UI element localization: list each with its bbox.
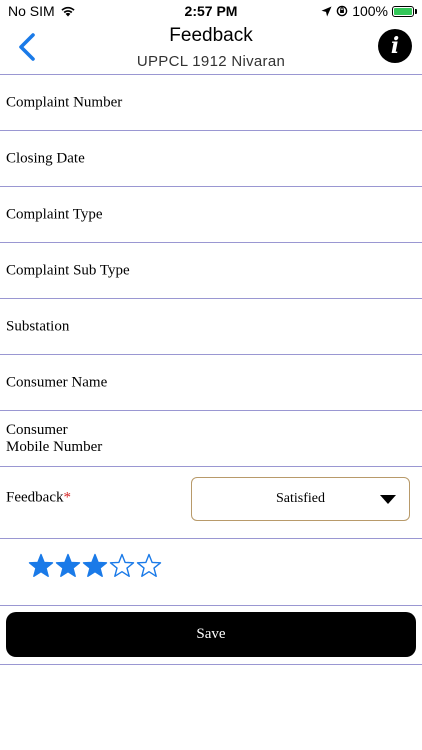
- feedback-selected-value: Satisfied: [276, 491, 325, 506]
- complaint-number-row: Complaint Number: [0, 75, 422, 131]
- feedback-label: Feedback*: [6, 490, 71, 507]
- consumer-mobile-label: Consumer Mobile Number: [6, 422, 126, 456]
- battery-percent: 100%: [352, 3, 388, 19]
- page-subtitle: UPPCL 1912 Nivaran: [136, 53, 286, 70]
- consumer-name-row: Consumer Name: [0, 355, 422, 411]
- closing-date-row: Closing Date: [0, 131, 422, 187]
- battery-charging-icon: [392, 5, 417, 17]
- complaint-sub-type-label: Complaint Sub Type: [6, 262, 130, 278]
- consumer-mobile-label-line2: Mobile Number: [6, 438, 103, 455]
- caret-down-icon: [380, 495, 396, 504]
- complaint-type-label: Complaint Type: [6, 206, 103, 222]
- star-empty-icon[interactable]: [109, 553, 135, 579]
- save-button[interactable]: Save: [6, 612, 416, 657]
- star-empty-icon[interactable]: [136, 553, 162, 579]
- feedback-dropdown[interactable]: Satisfied: [191, 477, 410, 521]
- required-marker: *: [63, 489, 71, 506]
- info-button[interactable]: i: [378, 29, 412, 63]
- info-icon: i: [390, 33, 400, 59]
- navigation-bar: Feedback UPPCL 1912 Nivaran i: [0, 22, 422, 75]
- rating-row: [0, 539, 422, 606]
- star-rating[interactable]: [28, 553, 162, 579]
- complaint-sub-type-row: Complaint Sub Type: [0, 243, 422, 299]
- complaint-type-row: Complaint Type: [0, 187, 422, 243]
- battery-fill: [394, 7, 412, 15]
- star-filled-icon[interactable]: [55, 553, 81, 579]
- status-bar: No SIM 2:57 PM 100%: [0, 0, 422, 22]
- page-title: Feedback: [169, 25, 253, 46]
- substation-label: Substation: [6, 318, 70, 334]
- location-arrow-icon: [321, 6, 332, 16]
- star-filled-icon[interactable]: [28, 553, 54, 579]
- status-right: 100%: [321, 3, 417, 19]
- star-filled-icon[interactable]: [82, 553, 108, 579]
- feedback-form: Complaint Number Closing Date Complaint …: [0, 75, 422, 665]
- orientation-lock-icon: [336, 5, 348, 17]
- closing-date-label: Closing Date: [6, 150, 85, 166]
- consumer-mobile-row: Consumer Mobile Number: [0, 411, 422, 467]
- save-area: Save: [0, 606, 422, 665]
- feedback-label-text: Feedback: [6, 489, 64, 506]
- feedback-row: Feedback* Satisfied: [0, 467, 422, 539]
- consumer-name-label: Consumer Name: [6, 374, 108, 390]
- substation-row: Substation: [0, 299, 422, 355]
- consumer-mobile-label-line1: Consumer: [6, 421, 68, 438]
- complaint-number-label: Complaint Number: [6, 94, 123, 110]
